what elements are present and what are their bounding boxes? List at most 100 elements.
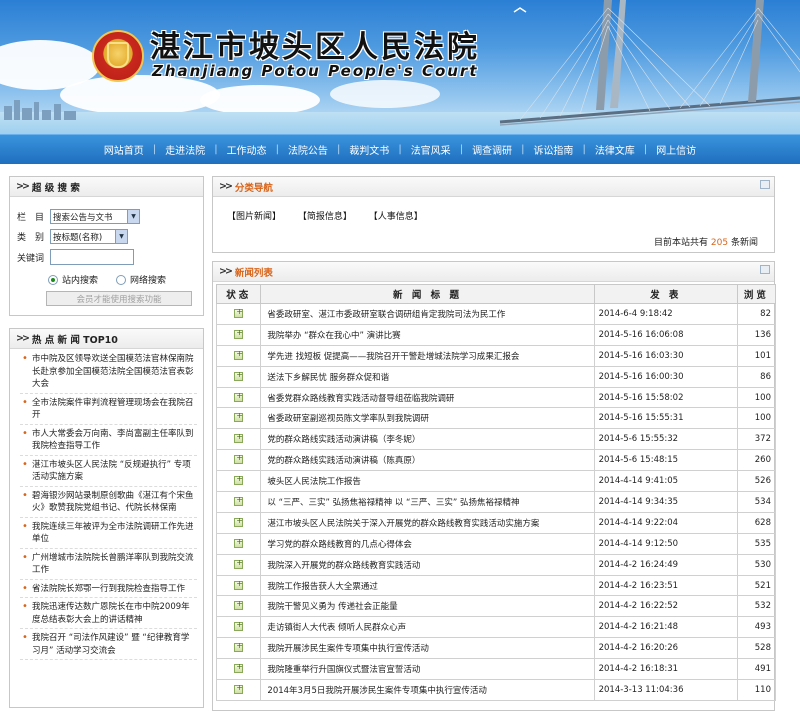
nav-item-petition[interactable]: 网上信访 — [647, 142, 705, 157]
news-date: 2014-4-14 9:41:05 — [593, 470, 738, 493]
news-item-icon — [234, 662, 244, 674]
type-select[interactable]: 按标题(名称) ▼ — [50, 229, 128, 244]
news-date: 2014-5-16 16:00:30 — [593, 365, 738, 388]
news-date: 2014-4-2 16:21:48 — [593, 616, 738, 639]
status-cell — [215, 386, 262, 409]
category-link-briefing[interactable]: 【简报信息】 — [298, 212, 352, 222]
hot-news-header: >> 热 点 新 闻 TOP10 — [10, 329, 203, 349]
hot-news-item[interactable]: 我院迅速传达数广恩院长在市中院2009年度总结表彰大会上的讲话精神 — [20, 601, 197, 629]
news-title-link[interactable]: 党的群众路线实践活动演讲稿（陈真原） — [260, 449, 595, 472]
news-item-icon — [234, 453, 244, 465]
news-item-icon — [234, 683, 244, 694]
news-title-link[interactable]: 党的群众路线实践活动演讲稿（李冬妮） — [260, 428, 595, 451]
table-row[interactable]: 省委政研室、湛江市委政研室联合调研组肯定我院司法为民工作2014-6-4 9:1… — [215, 303, 777, 325]
table-row[interactable]: 党的群众路线实践活动演讲稿（李冬妮）2014-5-6 15:55:32372 — [215, 428, 777, 451]
double-arrow-icon: >> — [219, 266, 233, 277]
status-cell — [215, 595, 262, 618]
news-title-link[interactable]: 我院隆重举行升国旗仪式暨法官宣誓活动 — [260, 658, 595, 681]
news-table-header-row: 状态 新 闻 标 题 发 表 浏览 — [215, 284, 777, 304]
status-cell — [215, 344, 262, 367]
news-list-header: >> 新闻列表 — [213, 262, 774, 282]
table-row[interactable]: 省委政研室副巡视员陈文学率队到我院调研2014-5-16 15:55:31100 — [215, 407, 777, 430]
table-row[interactable]: 我院工作报告获人大全票通过2014-4-2 16:23:51521 — [215, 574, 777, 597]
table-row[interactable]: 送法下乡解民忧 服务群众促和谐2014-5-16 16:00:3086 — [215, 365, 777, 388]
table-row[interactable]: 坡头区人民法院工作报告2014-4-14 9:41:05526 — [215, 470, 777, 493]
table-row[interactable]: 我院深入开展党的群众路线教育实践活动2014-4-2 16:24:49530 — [215, 553, 777, 576]
table-row[interactable]: 以 “三严、三实” 弘扬焦裕禄精神 以 “三严、三实” 弘扬焦裕禄精神2014-… — [215, 491, 777, 513]
member-search-button[interactable]: 会员才能使用搜索功能 — [46, 291, 192, 306]
nav-item-home[interactable]: 网站首页 — [95, 142, 153, 157]
news-item-icon — [234, 620, 244, 632]
hot-news-item[interactable]: 省法院院长郑鄂一行到我院检查指导工作 — [20, 583, 197, 598]
category-link-photo-news[interactable]: 【图片新闻】 — [227, 212, 281, 222]
site-search-radio[interactable] — [48, 274, 58, 285]
column-select[interactable]: 搜索公告与文书 ▼ — [50, 209, 140, 224]
news-views: 100 — [736, 386, 777, 409]
news-title-link[interactable]: 省委政研室、湛江市委政研室联合调研组肯定我院司法为民工作 — [260, 303, 595, 325]
hot-news-item[interactable]: 市人大常委会万向南、李尚富副主任率队到我院检查指导工作 — [20, 428, 197, 456]
news-item-icon — [234, 411, 244, 423]
column-header-title: 新 闻 标 题 — [260, 284, 595, 304]
table-row[interactable]: 我院开展涉民生案件专项集中执行宣传活动2014-4-2 16:20:26528 — [215, 637, 777, 660]
table-row[interactable]: 省委党群众路线教育实践活动督导组莅临我院调研2014-5-16 15:58:02… — [215, 386, 777, 409]
news-title-link[interactable]: 2014年3月5日我院开展涉民生案件专项集中执行宣传活动 — [260, 679, 595, 701]
search-panel-title: 超 级 搜 索 — [31, 182, 80, 194]
news-item-icon — [234, 599, 244, 611]
table-row[interactable]: 我院干警见义勇为 传递社会正能量2014-4-2 16:22:52532 — [215, 595, 777, 618]
news-date: 2014-4-2 16:20:26 — [593, 637, 738, 660]
news-date: 2014-4-14 9:34:35 — [593, 491, 738, 513]
news-title-link[interactable]: 坡头区人民法院工作报告 — [260, 470, 595, 493]
table-row[interactable]: 学习党的群众路线教育的几点心得体会2014-4-14 9:12:50535 — [215, 532, 777, 555]
keyword-input[interactable] — [50, 249, 134, 265]
news-views: 136 — [736, 323, 777, 346]
nav-item-judgments[interactable]: 裁判文书 — [340, 142, 398, 157]
hot-news-item[interactable]: 我院连续三年被评为全市法院调研工作先进单位 — [20, 521, 197, 549]
news-title-link[interactable]: 我院开展涉民生案件专项集中执行宣传活动 — [260, 637, 595, 660]
category-nav-header: >> 分类导航 — [213, 177, 774, 197]
hot-news-item[interactable]: 碧海银沙网站录制原创歌曲《湛江有个宋鱼火》歌赞我院党组书记、代院长林保南 — [20, 490, 197, 518]
hot-news-item[interactable]: 湛江市坡头区人民法院 “反规避执行” 专项活动实施方案 — [20, 459, 197, 487]
news-item-icon — [234, 391, 244, 402]
news-title-link[interactable]: 我院干警见义勇为 传递社会正能量 — [260, 595, 595, 618]
news-title-link[interactable]: 我院深入开展党的群众路线教育实践活动 — [260, 553, 595, 576]
news-title-link[interactable]: 省委政研室副巡视员陈文学率队到我院调研 — [260, 407, 595, 430]
nav-item-news[interactable]: 工作动态 — [218, 142, 276, 157]
table-row[interactable]: 我院隆重举行升国旗仪式暨法官宣誓活动2014-4-2 16:18:31491 — [215, 658, 777, 681]
news-title-link[interactable]: 我院工作报告获人大全票通过 — [260, 574, 595, 597]
table-row[interactable]: 党的群众路线实践活动演讲稿（陈真原）2014-5-6 15:48:15260 — [215, 449, 777, 472]
nav-item-library[interactable]: 法律文库 — [586, 142, 644, 157]
table-row[interactable]: 我院举办 “群众在我心中” 演讲比赛2014-5-16 16:06:08136 — [215, 323, 777, 346]
news-item-icon — [234, 537, 244, 548]
news-title-link[interactable]: 湛江市坡头区人民法院关于深入开展党的群众路线教育实践活动实施方案 — [260, 511, 595, 534]
hot-news-item[interactable]: 全市法院案件审判流程管理现场会在我院召开 — [20, 397, 197, 425]
total-prefix: 目前本站共有 — [654, 238, 709, 248]
news-title-link[interactable]: 送法下乡解民忧 服务群众促和谐 — [260, 365, 595, 388]
news-views: 260 — [736, 449, 777, 472]
nav-item-guide[interactable]: 诉讼指南 — [524, 142, 582, 157]
category-link-personnel[interactable]: 【人事信息】 — [369, 212, 423, 222]
news-title-link[interactable]: 我院举办 “群众在我心中” 演讲比赛 — [260, 323, 595, 346]
hot-news-item[interactable]: 市中院及区领导欢送全国模范法官林保南院长赴京参加全国模范法院全国模范法官表彰大会 — [20, 353, 197, 394]
table-row[interactable]: 湛江市坡头区人民法院关于深入开展党的群众路线教育实践活动实施方案2014-4-1… — [215, 511, 777, 534]
nav-item-about[interactable]: 走进法院 — [156, 142, 214, 157]
table-row[interactable]: 2014年3月5日我院开展涉民生案件专项集中执行宣传活动2014-3-13 11… — [215, 679, 777, 701]
nav-item-judges[interactable]: 法官风采 — [402, 142, 460, 157]
news-date: 2014-5-6 15:48:15 — [593, 449, 738, 472]
table-row[interactable]: 走访镇街人大代表 倾听人民群众心声2014-4-2 16:21:48493 — [215, 616, 777, 639]
hot-news-item[interactable]: 我院召开 “司法作风建设” 暨 “纪律教育学习月” 活动学习交流会 — [20, 632, 197, 660]
news-title-link[interactable]: 走访镇街人大代表 倾听人民群众心声 — [260, 616, 595, 639]
web-search-radio[interactable] — [116, 274, 127, 285]
news-item-icon — [234, 432, 244, 444]
news-title-link[interactable]: 学先进 找短板 促提高——我院召开干警赴增城法院学习成果汇报会 — [260, 344, 595, 367]
news-date: 2014-5-16 15:55:31 — [593, 407, 738, 430]
status-cell — [215, 491, 262, 513]
nav-item-notices[interactable]: 法院公告 — [279, 142, 337, 157]
court-emblem-icon — [92, 30, 144, 82]
news-title-link[interactable]: 学习党的群众路线教育的几点心得体会 — [260, 532, 595, 555]
news-title-link[interactable]: 省委党群众路线教育实践活动督导组莅临我院调研 — [260, 386, 595, 409]
news-title-link[interactable]: 以 “三严、三实” 弘扬焦裕禄精神 以 “三严、三实” 弘扬焦裕禄精神 — [260, 491, 595, 513]
table-row[interactable]: 学先进 找短板 促提高——我院召开干警赴增城法院学习成果汇报会2014-5-16… — [215, 344, 777, 367]
hot-news-item[interactable]: 广州增城市法院院长曾鹏洋率队到我院交流工作 — [20, 552, 197, 580]
type-label: 类 别 — [16, 233, 44, 243]
nav-item-research[interactable]: 调查调研 — [463, 142, 521, 157]
